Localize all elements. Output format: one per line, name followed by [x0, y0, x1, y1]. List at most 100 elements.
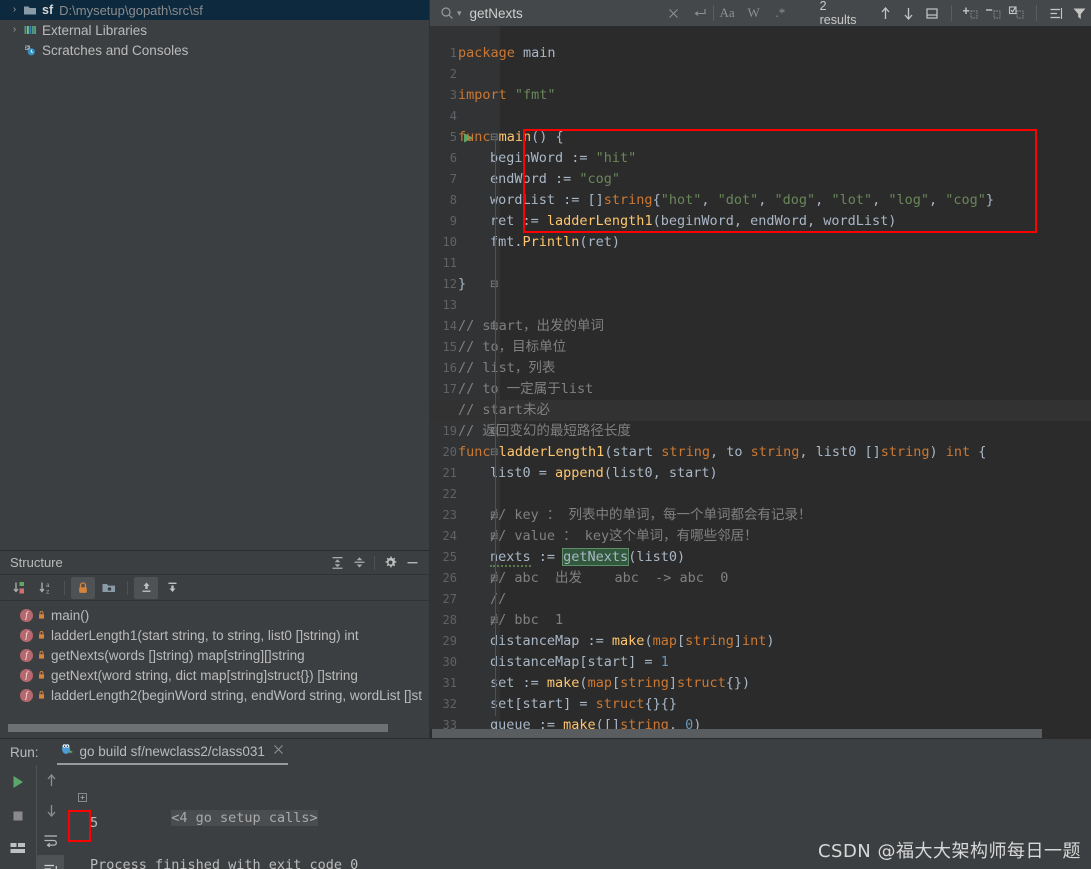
code-line[interactable]: distanceMap := make(map[string]int) [430, 631, 775, 652]
close-icon[interactable] [661, 0, 687, 26]
code-line[interactable]: endWord := "cog" [430, 169, 620, 190]
gear-icon[interactable] [379, 553, 401, 573]
scroll-to-end-icon[interactable] [37, 855, 65, 869]
code-line[interactable] [430, 484, 458, 505]
code-line[interactable]: wordList := []string{"hot", "dot", "dog"… [430, 190, 994, 211]
code-token: // abc 出发 abc -> abc 0 [490, 570, 729, 586]
code-line[interactable]: import "fmt" [430, 85, 556, 106]
code-line[interactable]: // value ： key这个单词，有哪些邻居！ [430, 526, 758, 547]
sort-alphabetically-icon[interactable]: a z [34, 577, 58, 599]
search-icon[interactable] [438, 0, 456, 26]
search-field[interactable]: ▾ getNexts [430, 0, 713, 26]
hide-icon[interactable] [401, 553, 423, 573]
rerun-icon[interactable] [0, 765, 36, 799]
code-line[interactable]: fmt.Println(ret) [430, 232, 620, 253]
code-line[interactable]: func ladderLength1(start string, to stri… [430, 442, 986, 463]
structure-toolbar: a z [0, 575, 429, 601]
next-match-icon[interactable] [897, 0, 920, 26]
search-history-dropdown-icon[interactable]: ▾ [457, 8, 462, 19]
pin-icon[interactable] [0, 863, 36, 869]
code-line[interactable]: package main [430, 43, 556, 64]
code-line[interactable]: func main() { [430, 127, 564, 148]
code-line[interactable]: // start，出发的单词 [430, 316, 604, 337]
show-non-public-icon[interactable] [71, 576, 95, 599]
project-tree[interactable]: › sf D:\mysetup\gopath\src\sf › External… [0, 0, 429, 550]
code-line[interactable]: // bbc 1 [430, 610, 563, 631]
open-in-find-window-icon[interactable] [920, 0, 943, 26]
editor-horizontal-scrollbar[interactable] [430, 729, 1091, 738]
close-icon[interactable] [273, 742, 284, 760]
prev-match-icon[interactable] [875, 0, 898, 26]
code-line[interactable] [430, 295, 458, 316]
chevron-right-icon[interactable]: › [6, 20, 23, 40]
down-icon[interactable] [37, 795, 65, 825]
show-anonymous-icon[interactable] [160, 577, 184, 599]
collapse-all-icon[interactable] [348, 553, 370, 573]
code-token: { [652, 192, 661, 208]
structure-panel: Structure a z f main() f ladderLength1(s… [0, 550, 429, 738]
code-line[interactable]: nexts := getNexts(list0) [430, 547, 685, 568]
code-line[interactable]: ret := ladderLength1(beginWord, endWord,… [430, 211, 896, 232]
layout-icon[interactable] [0, 833, 36, 863]
code-line[interactable]: // abc 出发 abc -> abc 0 [430, 568, 728, 589]
chevron-right-icon[interactable]: › [6, 0, 23, 20]
code-token: list0 = [490, 465, 556, 481]
regex-option[interactable]: .* [767, 5, 794, 21]
code-line[interactable]: // key ： 列表中的单词，每一个单词都会有记录！ [430, 505, 812, 526]
structure-list[interactable]: f main() f ladderLength1(start string, t… [0, 601, 429, 705]
words-option[interactable]: W [740, 5, 767, 21]
up-icon[interactable] [37, 765, 65, 795]
code-token: struct [595, 696, 645, 712]
filter-icon[interactable] [1068, 0, 1091, 26]
tree-item-scratches-and-consoles[interactable]: · Scratches and Consoles [0, 40, 429, 60]
code-token: ladderLength1 [498, 444, 605, 460]
soft-wrap-icon[interactable] [37, 825, 65, 855]
tree-item-module-sf[interactable]: › sf D:\mysetup\gopath\src\sf [0, 0, 429, 20]
code-token: // start，出发的单词 [458, 318, 605, 334]
remove-selection-icon[interactable] [983, 0, 1006, 26]
code-line[interactable]: // list，列表 [430, 358, 555, 379]
group-icon[interactable] [97, 577, 121, 599]
list-item[interactable]: f ladderLength2(beginWord string, endWor… [0, 685, 429, 705]
code-line[interactable]: set[start] = struct{}{} [430, 694, 677, 715]
list-item[interactable]: f getNext(word string, dict map[string]s… [0, 665, 429, 685]
match-case-option[interactable]: Aa [714, 5, 741, 21]
list-item[interactable]: f main() [0, 605, 429, 625]
toggle-results-icon[interactable] [1045, 0, 1068, 26]
code-line[interactable]: } [430, 274, 466, 295]
lock-icon [38, 650, 45, 660]
newline-icon[interactable] [687, 0, 713, 26]
code-line[interactable]: // to 一定属于list [430, 379, 593, 400]
code-line[interactable] [430, 253, 458, 274]
code-token: , to [710, 444, 751, 460]
code-line[interactable]: // to，目标单位 [430, 337, 566, 358]
code-line[interactable]: list0 = append(list0, start) [430, 463, 718, 484]
structure-horizontal-scrollbar[interactable] [8, 724, 421, 732]
expand-setup-calls-icon[interactable]: + [78, 793, 87, 802]
select-all-occurrences-icon[interactable] [1006, 0, 1029, 26]
tree-item-external-libraries[interactable]: › External Libraries [0, 20, 429, 40]
scrollbar-thumb[interactable] [432, 729, 1042, 738]
code-line[interactable]: beginWord := "hit" [430, 148, 636, 169]
code-line[interactable] [430, 106, 458, 127]
run-configuration-tab[interactable]: go build sf/newclass2/class031 [56, 740, 288, 765]
code-editor[interactable]: 12345▶⊟6789101112⊟1314⊟1516171819⊟20⊟212… [430, 26, 1091, 738]
sort-by-visibility-icon[interactable] [8, 577, 32, 599]
code-token: "dot" [717, 192, 759, 208]
code-line[interactable]: distanceMap[start] = 1 [430, 652, 669, 673]
show-inherited-icon[interactable] [134, 576, 158, 599]
setup-calls-text: <4 go setup calls> [171, 810, 318, 826]
code-line[interactable] [430, 64, 458, 85]
search-input-value[interactable]: getNexts [470, 6, 661, 21]
list-item[interactable]: f ladderLength1(start string, to string,… [0, 625, 429, 645]
code-line[interactable]: // 返回变幻的最短路径长度 [430, 421, 631, 442]
code-token: string [661, 444, 710, 460]
add-selection-icon[interactable] [960, 0, 983, 26]
list-item[interactable]: f getNexts(words []string) map[string][]… [0, 645, 429, 665]
code-token: beginWord := [490, 150, 596, 166]
code-line[interactable]: // start未必 [430, 400, 550, 421]
stop-icon[interactable] [0, 799, 36, 833]
scrollbar-thumb[interactable] [8, 724, 388, 732]
code-line[interactable]: set := make(map[string]struct{}) [430, 673, 750, 694]
expand-all-icon[interactable] [326, 553, 348, 573]
